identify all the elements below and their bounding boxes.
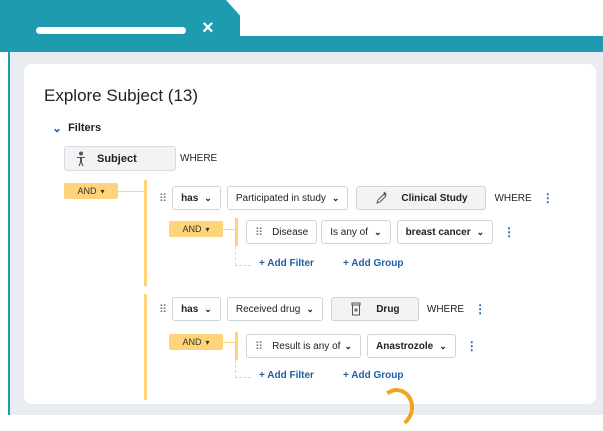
value-label: Anastrozole <box>375 340 434 352</box>
disease-filter[interactable]: ⠿ Disease <box>246 220 318 244</box>
filter-row-2-content: ⠿ Result is any of ⌄ Anastrozole ⌄ ⋮ <box>246 334 478 358</box>
subject-label: Subject <box>97 152 137 165</box>
has-label: has <box>181 303 199 315</box>
field-label: Disease <box>272 226 309 238</box>
group-2-and-operator[interactable]: AND ▾ <box>169 334 223 350</box>
page-title: Explore Subject (13) <box>44 86 199 105</box>
drag-handle-icon[interactable]: ⠿ <box>159 192 167 205</box>
entity-label: Drug <box>376 303 400 315</box>
subject-where: WHERE <box>180 153 218 164</box>
chevron-down-icon: ▾ <box>100 186 105 196</box>
field-operator-label: Result is any of <box>272 340 341 352</box>
filters-label: Filters <box>68 122 102 134</box>
person-icon <box>77 151 85 166</box>
filters-toggle[interactable]: ⌄ Filters <box>52 121 101 135</box>
root-and-operator[interactable]: AND ▾ <box>64 183 118 199</box>
chevron-down-icon: ▾ <box>205 224 210 234</box>
entity-label: Clinical Study <box>401 192 468 204</box>
tab-strip <box>0 36 603 52</box>
chevron-down-icon: ⌄ <box>344 340 352 351</box>
add-group-link[interactable]: + Add Group <box>343 258 403 269</box>
group-1-where: WHERE <box>494 192 532 204</box>
chevron-down-icon: ⌄ <box>204 192 212 203</box>
and-label: AND <box>77 186 97 196</box>
and-label: AND <box>182 337 202 347</box>
filter-row-1-content: ⠿ Disease Is any of ⌄ breast cancer ⌄ ⋮ <box>246 220 515 244</box>
tab-title-placeholder <box>36 27 186 34</box>
drag-handle-icon[interactable]: ⠿ <box>255 340 263 353</box>
chevron-down-icon: ⌄ <box>52 121 63 135</box>
subject-entity[interactable]: Subject <box>64 146 176 171</box>
add-connector <box>235 360 251 378</box>
close-icon[interactable]: × <box>202 18 214 38</box>
operator-select[interactable]: Is any of ⌄ <box>321 220 391 244</box>
and-connector <box>118 191 144 192</box>
chevron-down-icon: ⌄ <box>476 226 485 237</box>
group-2-where: WHERE <box>426 303 465 315</box>
group-1-and-operator[interactable]: AND ▾ <box>169 221 223 237</box>
more-options-icon[interactable]: ⋮ <box>542 191 554 205</box>
has-label: has <box>181 192 199 204</box>
chevron-down-icon: ⌄ <box>204 303 212 314</box>
pill-bottle-icon <box>351 302 361 316</box>
add-connector <box>235 246 251 266</box>
value-label: breast cancer <box>405 226 471 238</box>
chevron-down-icon: ⌄ <box>331 192 340 203</box>
drag-handle-icon[interactable]: ⠿ <box>159 303 167 316</box>
filter-row-2: ⠿ Result is any of ⌄ Anastrozole ⌄ ⋮ <box>235 332 596 360</box>
add-filter-link[interactable]: + Add Filter <box>259 370 314 381</box>
group-2-header: ⠿ has ⌄ Received drug ⌄ Drug WHERE ⋮ <box>159 297 486 321</box>
more-options-icon[interactable]: ⋮ <box>466 339 478 353</box>
predicate-label: Received drug <box>235 303 301 315</box>
drag-handle-icon[interactable]: ⠿ <box>255 226 263 239</box>
chevron-down-icon: ⌄ <box>374 226 382 237</box>
has-select[interactable]: has ⌄ <box>172 297 221 321</box>
predicate-label: Participated in study <box>235 192 326 204</box>
predicate-select[interactable]: Participated in study ⌄ <box>226 186 349 210</box>
entity-drug[interactable]: Drug <box>330 297 419 321</box>
more-options-icon[interactable]: ⋮ <box>503 225 515 239</box>
has-select[interactable]: has ⌄ <box>172 186 221 210</box>
filter-group-1: ⠿ has ⌄ Participated in study ⌄ Clinical… <box>144 180 596 286</box>
add-group-link[interactable]: + Add Group <box>343 370 403 381</box>
operator-label: Is any of <box>330 226 369 238</box>
more-options-icon[interactable]: ⋮ <box>474 302 486 316</box>
result-filter[interactable]: ⠿ Result is any of ⌄ <box>246 334 361 358</box>
filter-group-2: ⠿ has ⌄ Received drug ⌄ Drug WHERE ⋮ AND… <box>144 294 596 400</box>
entity-clinical-study[interactable]: Clinical Study <box>356 186 487 210</box>
filter-row-1: ⠿ Disease Is any of ⌄ breast cancer ⌄ ⋮ <box>235 218 596 246</box>
chevron-down-icon: ⌄ <box>439 340 447 351</box>
predicate-select[interactable]: Received drug ⌄ <box>226 297 323 321</box>
pipette-icon <box>376 191 388 204</box>
group-1-header: ⠿ has ⌄ Participated in study ⌄ Clinical… <box>159 186 554 210</box>
explore-card: Explore Subject (13) ⌄ Filters Subject W… <box>24 64 596 404</box>
add-filter-link[interactable]: + Add Filter <box>259 258 314 269</box>
chevron-down-icon: ⌄ <box>306 303 314 314</box>
value-select[interactable]: breast cancer ⌄ <box>396 220 494 244</box>
chevron-down-icon: ▾ <box>205 337 210 347</box>
value-select[interactable]: Anastrozole ⌄ <box>366 334 456 358</box>
and-label: AND <box>182 224 202 234</box>
top-bar: × <box>0 0 603 52</box>
